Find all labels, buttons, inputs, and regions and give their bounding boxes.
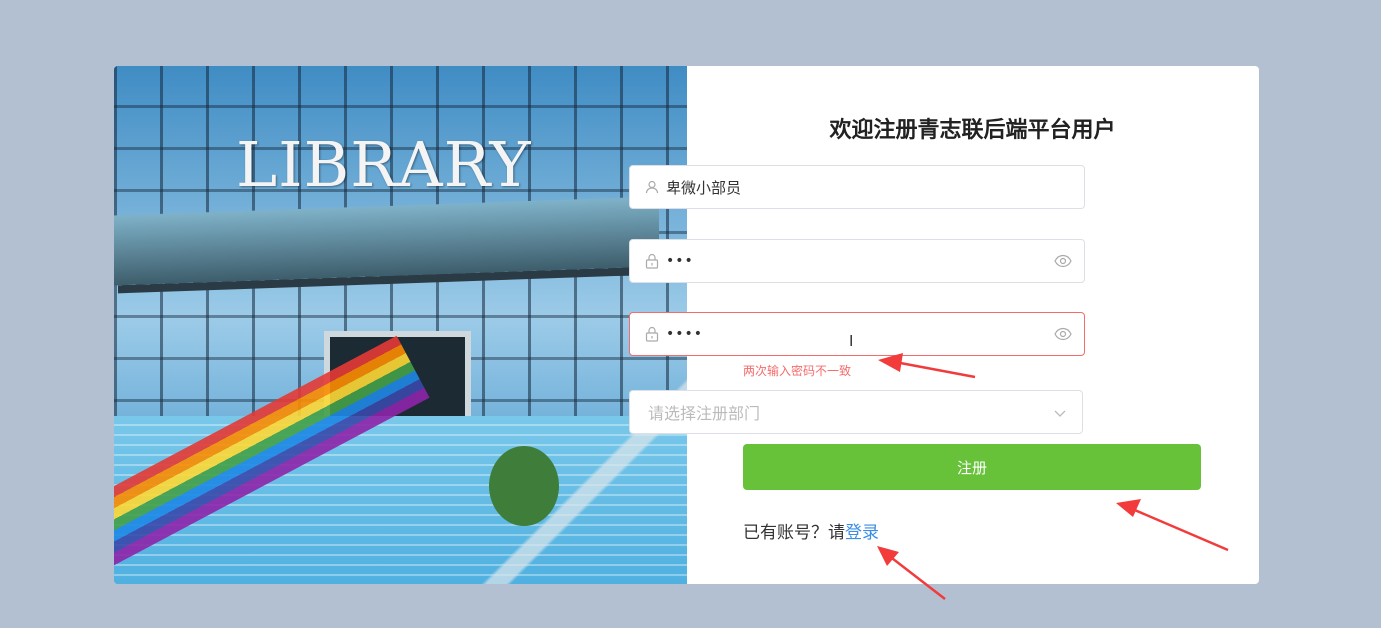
department-select[interactable]: 请选择注册部门 [629, 390, 1083, 434]
text-cursor-icon: I [849, 332, 854, 350]
library-photo: LIBRARY [114, 66, 687, 584]
confirm-password-field[interactable]: •••• [629, 312, 1085, 356]
tree [489, 446, 559, 526]
chevron-down-icon [1054, 403, 1066, 422]
user-icon [644, 179, 660, 195]
library-sign: LIBRARY [236, 128, 532, 201]
login-prompt: 已有账号？请登录 [743, 518, 879, 543]
login-link[interactable]: 登录 [845, 523, 879, 543]
eye-icon[interactable] [1054, 325, 1072, 343]
password-field[interactable]: ••• [629, 239, 1085, 283]
username-value: 卑微小部员 [666, 178, 742, 197]
confirm-error-message: 两次输入密码不一致 [743, 364, 852, 378]
lock-icon [644, 326, 660, 342]
page-title: 欢迎注册青志联后端平台用户 [829, 118, 1116, 143]
eye-icon[interactable] [1054, 252, 1072, 270]
department-placeholder: 请选择注册部门 [648, 404, 761, 423]
lock-icon [644, 253, 660, 269]
have-account-text: 已有账号？请 [743, 523, 845, 543]
username-field[interactable]: 卑微小部员 [629, 165, 1085, 209]
password-value: ••• [666, 253, 694, 269]
confirm-password-value: •••• [666, 326, 704, 342]
register-button[interactable]: 注册 [743, 444, 1201, 490]
